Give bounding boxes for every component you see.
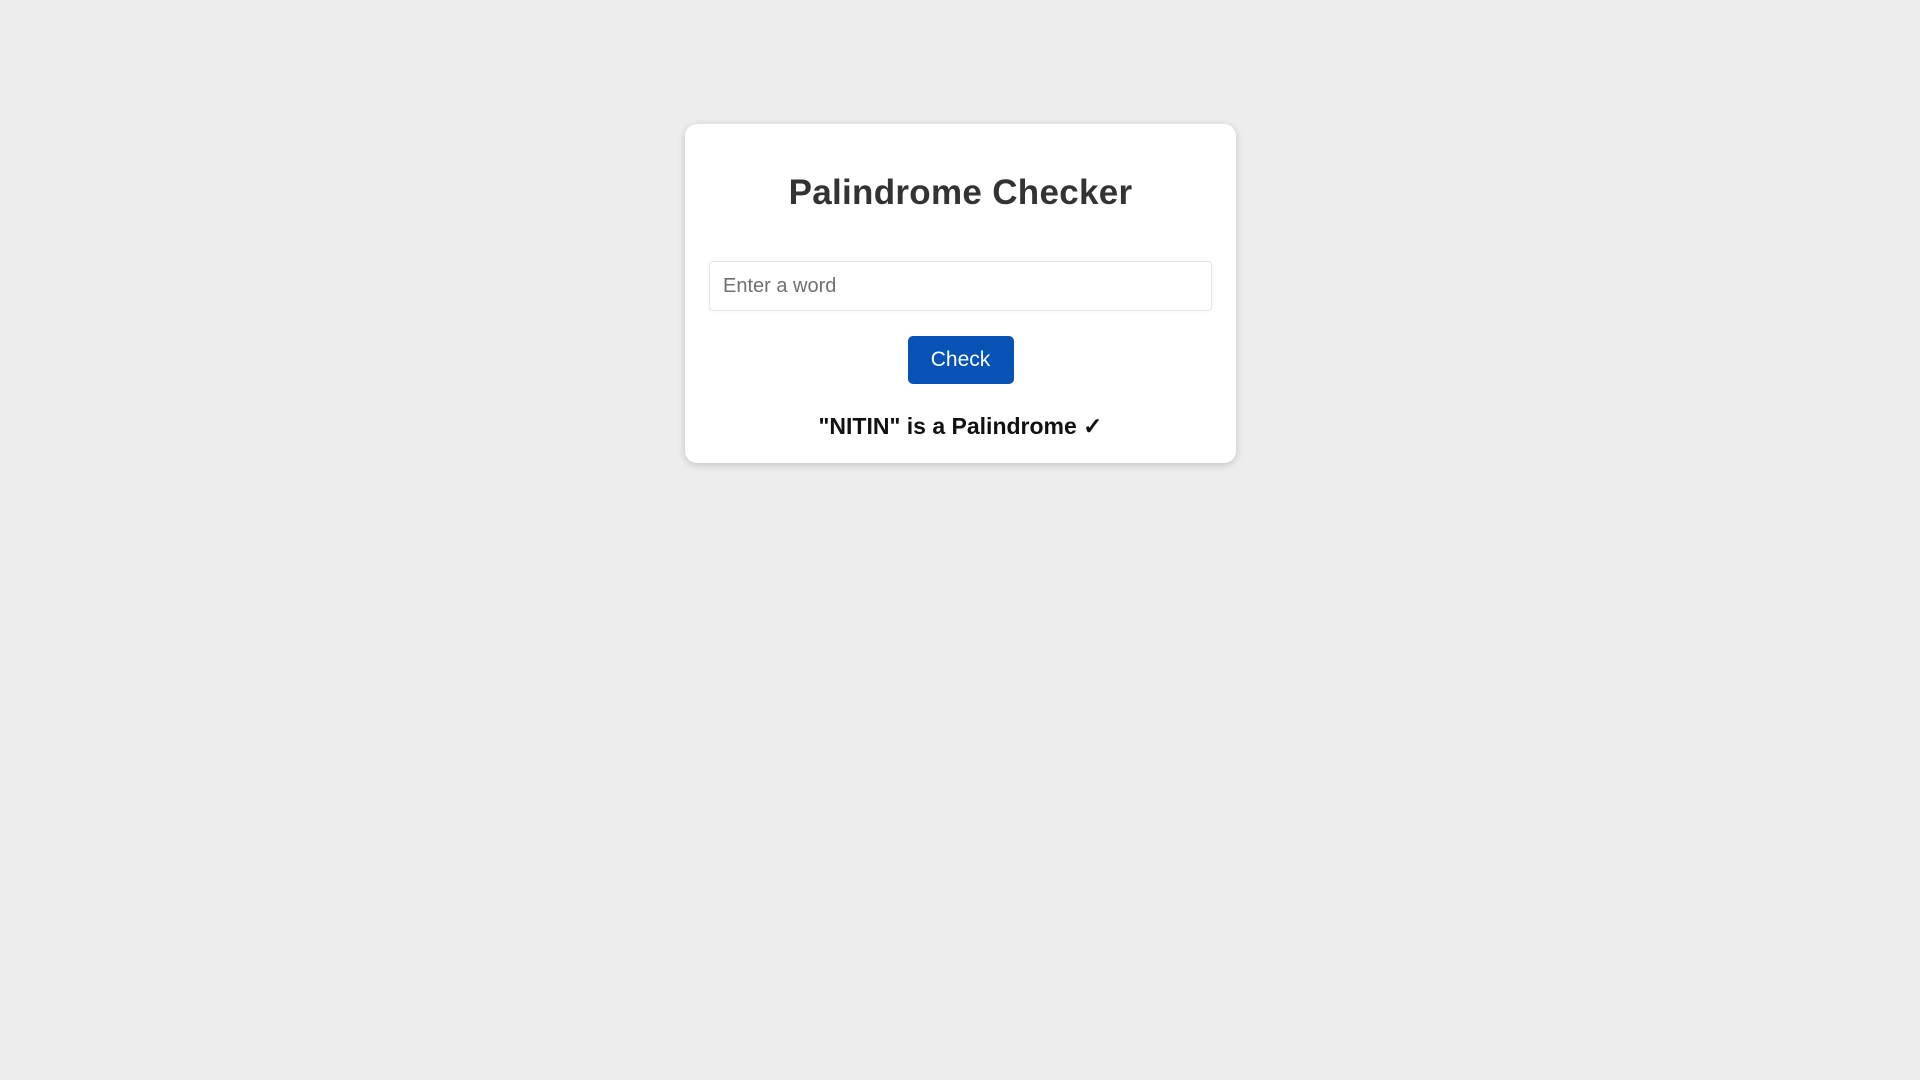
check-button[interactable]: Check xyxy=(907,336,1014,384)
palindrome-card: Palindrome Checker Check "NITIN" is a Pa… xyxy=(685,124,1236,463)
input-wrapper xyxy=(709,261,1212,311)
result-text: "NITIN" is a Palindrome ✓ xyxy=(818,413,1103,439)
word-input[interactable] xyxy=(709,261,1212,311)
page-title: Palindrome Checker xyxy=(788,173,1133,212)
